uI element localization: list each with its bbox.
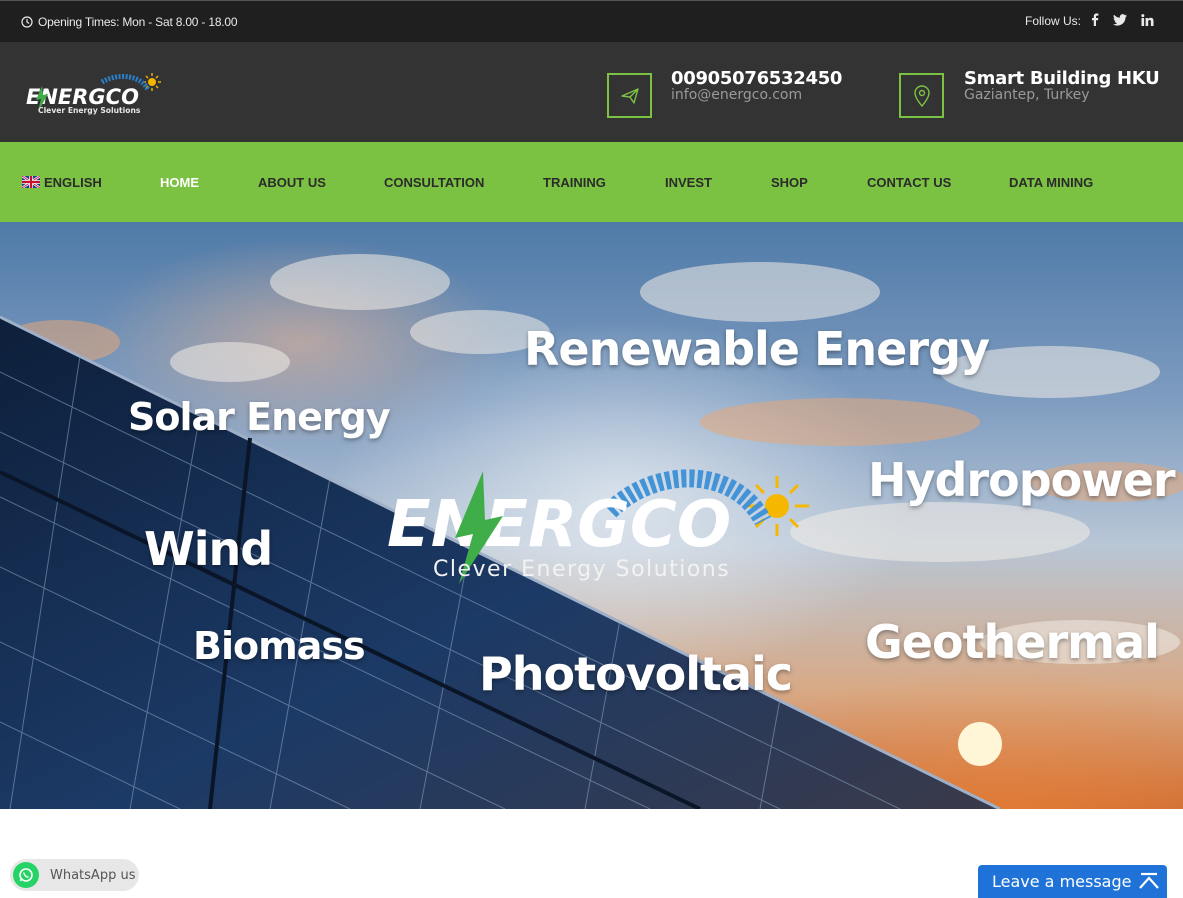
nav-item-invest[interactable]: INVEST bbox=[665, 175, 712, 190]
leave-message-button[interactable]: Leave a message bbox=[978, 865, 1167, 898]
hero-word-geothermal: Geothermal bbox=[865, 615, 1160, 669]
follow-label: Follow Us: bbox=[1024, 14, 1081, 28]
twitter-icon[interactable] bbox=[1113, 13, 1127, 29]
hero-word-biomass: Biomass bbox=[193, 624, 366, 668]
whatsapp-button[interactable]: WhatsApp us bbox=[10, 859, 139, 891]
email-address[interactable]: info@energco.com bbox=[671, 87, 802, 103]
paper-plane-icon bbox=[620, 87, 639, 104]
uk-flag-icon bbox=[22, 176, 40, 188]
nav-item-training[interactable]: TRAINING bbox=[543, 175, 606, 190]
hero-word-renewable-energy: Renewable Energy bbox=[524, 322, 990, 376]
leave-message-label: Leave a message bbox=[992, 872, 1132, 891]
hero-word-wind: Wind bbox=[144, 522, 273, 576]
hero-word-solar-energy: Solar Energy bbox=[128, 395, 391, 439]
facebook-icon[interactable] bbox=[1091, 13, 1099, 29]
maximize-icon[interactable] bbox=[1139, 872, 1159, 890]
nav-item-about-us[interactable]: ABOUT US bbox=[258, 175, 326, 190]
nav-item-data-mining[interactable]: DATA MINING bbox=[1009, 175, 1093, 190]
location-box[interactable] bbox=[899, 73, 944, 118]
main-nav: ENGLISH HOME ABOUT US CONSULTATION TRAIN… bbox=[0, 142, 1183, 222]
social-follow: Follow Us: bbox=[1025, 13, 1154, 29]
linkedin-icon[interactable] bbox=[1141, 13, 1154, 29]
clock-icon bbox=[21, 16, 33, 28]
opening-times-text: Opening Times: Mon - Sat 8.00 - 18.00 bbox=[38, 15, 238, 29]
map-pin-icon bbox=[913, 84, 930, 107]
nav-item-consultation[interactable]: CONSULTATION bbox=[384, 175, 484, 190]
nav-label-english: ENGLISH bbox=[44, 175, 102, 190]
location-title: Smart Building HKU bbox=[964, 68, 1160, 89]
top-bar: Opening Times: Mon - Sat 8.00 - 18.00 Fo… bbox=[0, 0, 1183, 42]
whatsapp-icon bbox=[13, 862, 39, 888]
hero-energco-logo: ENERGCO Clever Energy Solutions bbox=[387, 469, 809, 584]
svg-text:ENERGCO: ENERGCO bbox=[387, 488, 731, 562]
email-box[interactable] bbox=[607, 73, 652, 118]
nav-item-english[interactable]: ENGLISH bbox=[22, 175, 102, 190]
opening-times: Opening Times: Mon - Sat 8.00 - 18.00 bbox=[21, 15, 238, 29]
nav-item-contact-us[interactable]: CONTACT US bbox=[867, 175, 951, 190]
svg-text:Clever Energy Solutions: Clever Energy Solutions bbox=[38, 106, 141, 115]
hero-word-hydropower: Hydropower bbox=[868, 453, 1176, 507]
hero-banner: Renewable Energy Solar Energy Hydropower… bbox=[0, 222, 1183, 809]
nav-item-shop[interactable]: SHOP bbox=[771, 175, 808, 190]
phone-number[interactable]: 00905076532450 bbox=[671, 68, 842, 89]
energco-logo[interactable]: ENERGCO Clever Energy Solutions bbox=[24, 72, 164, 116]
whatsapp-label: WhatsApp us bbox=[50, 867, 136, 883]
site-header: ENERGCO Clever Energy Solutions 00905076… bbox=[0, 42, 1183, 142]
location-subtitle: Gaziantep, Turkey bbox=[964, 87, 1090, 103]
svg-text:Clever Energy Solutions: Clever Energy Solutions bbox=[433, 557, 730, 582]
hero-word-photovoltaic: Photovoltaic bbox=[479, 647, 793, 701]
nav-item-home[interactable]: HOME bbox=[160, 175, 199, 190]
